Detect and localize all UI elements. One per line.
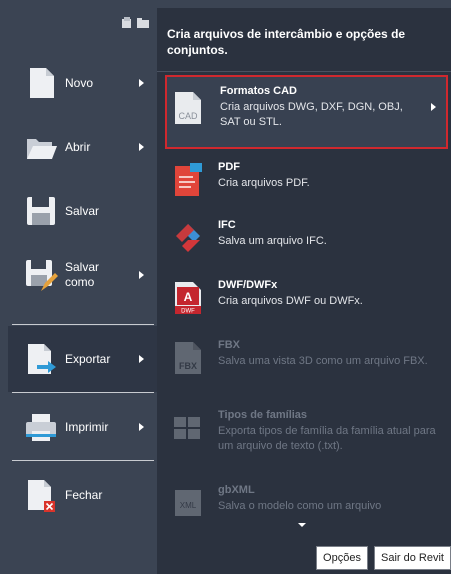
quick-access-icons [121, 16, 149, 28]
menu-item-label: Exportar [65, 352, 111, 366]
export-option-family-types: Tipos de famílias Exporta tipos de famíl… [165, 401, 448, 465]
submenu-arrow-icon [139, 271, 144, 279]
svg-text:XML: XML [180, 501, 197, 510]
export-icon [28, 344, 56, 374]
option-title: Tipos de famílias [218, 409, 308, 421]
option-description: Salva um arquivo IFC. [218, 235, 327, 247]
save-disk-icon [27, 197, 55, 225]
option-description: Salva uma vista 3D como um arquivo FBX. [218, 355, 428, 367]
menu-item-print[interactable]: Imprimir [8, 394, 157, 460]
divider [12, 460, 154, 461]
save-as-icon [26, 260, 58, 291]
submenu-arrow-icon [431, 103, 436, 111]
export-option-pdf[interactable]: PDF Cria arquivos PDF. [165, 153, 448, 211]
menu-item-close[interactable]: Fechar [8, 462, 157, 528]
menu-item-save-as[interactable]: Salvar como [8, 242, 157, 308]
family-types-icon [174, 417, 200, 439]
ifc-icon [176, 224, 200, 252]
export-option-fbx: FBX FBX Salva uma vista 3D como um arqui… [165, 331, 448, 395]
option-description: Exporta tipos de família da família atua… [218, 425, 436, 452]
menu-item-export[interactable]: Exportar [8, 326, 157, 392]
close-file-icon [28, 480, 55, 512]
menu-item-label: Salvar [65, 204, 100, 218]
svg-text:FBX: FBX [179, 361, 197, 371]
menu-item-new[interactable]: Novo [8, 50, 157, 116]
application-menu-sidebar: Novo Abrir Salvar Salvar como Exportar I… [8, 8, 157, 574]
option-title: PDF [218, 161, 240, 173]
option-description: Cria arquivos DWF ou DWFx. [218, 295, 363, 307]
option-title: Formatos CAD [220, 85, 298, 97]
submenu-arrow-icon [139, 79, 144, 87]
export-option-ifc[interactable]: IFC Salva um arquivo IFC. [165, 211, 448, 269]
export-option-cad[interactable]: CAD Formatos CAD Cria arquivos DWG, DXF,… [165, 75, 448, 149]
divider [12, 392, 154, 393]
option-title: IFC [218, 219, 236, 231]
exit-revit-button[interactable]: Sair do Revit [374, 546, 451, 570]
cad-file-icon: CAD [175, 92, 201, 124]
svg-text:A: A [184, 290, 193, 304]
option-description: Salva o modelo como um arquivo [218, 500, 382, 512]
export-options-panel: Cria arquivos de intercâmbio e opções de… [157, 8, 451, 574]
divider [157, 71, 451, 72]
open-folder-icon [27, 139, 57, 159]
menu-item-label: Novo [65, 76, 94, 90]
option-title: FBX [218, 339, 240, 351]
printer-icon [26, 414, 56, 441]
menu-item-save[interactable]: Salvar [8, 178, 157, 244]
divider [12, 324, 154, 325]
menu-item-open[interactable]: Abrir [8, 114, 157, 180]
export-option-dwf[interactable]: A DWF DWF/DWFx Cria arquivos DWF ou DWFx… [165, 271, 448, 329]
export-option-gbxml: XML gbXML Salva o modelo como um arquivo [165, 476, 448, 534]
menu-item-label: Abrir [65, 140, 91, 154]
submenu-arrow-icon [139, 355, 144, 363]
option-description: Cria arquivos DWG, DXF, DGN, OBJ, SAT ou… [220, 101, 403, 128]
open-documents-icon[interactable] [137, 16, 149, 28]
option-title: DWF/DWFx [218, 279, 278, 291]
pdf-icon [175, 163, 202, 196]
svg-text:CAD: CAD [178, 111, 198, 121]
scroll-down-icon[interactable] [298, 523, 306, 527]
recent-documents-icon[interactable] [121, 16, 133, 28]
menu-item-label: Fechar [65, 488, 103, 502]
option-title: gbXML [218, 484, 255, 496]
svg-text:DWF: DWF [181, 309, 195, 315]
fbx-icon: FBX [175, 342, 201, 374]
dwf-icon: A DWF [175, 282, 201, 315]
menu-item-label: Salvar como [65, 260, 100, 289]
menu-item-label: Imprimir [65, 420, 109, 434]
panel-header: Cria arquivos de intercâmbio e opções de… [167, 27, 406, 57]
option-description: Cria arquivos PDF. [218, 177, 310, 189]
submenu-arrow-icon [139, 423, 144, 431]
options-button[interactable]: Opções [316, 546, 368, 570]
new-file-icon [30, 68, 54, 98]
submenu-arrow-icon [139, 143, 144, 151]
gbxml-icon: XML [175, 490, 201, 516]
